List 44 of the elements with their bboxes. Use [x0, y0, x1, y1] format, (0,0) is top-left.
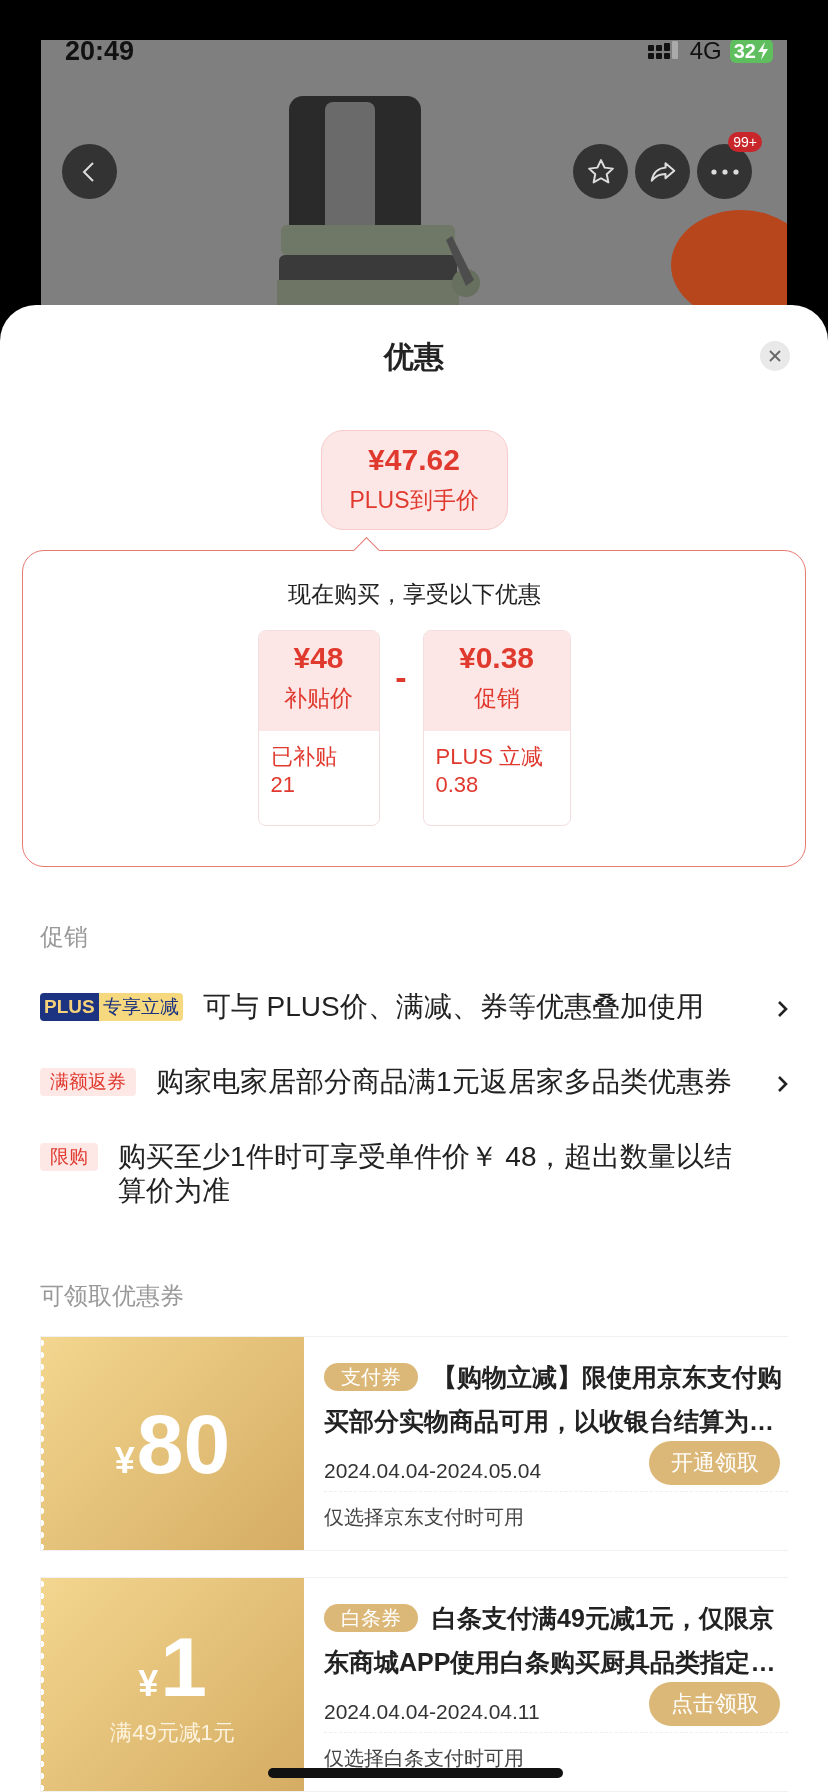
- close-button[interactable]: [760, 341, 790, 371]
- coupon-dates: 2024.04.04-2024.05.04: [324, 1459, 542, 1483]
- final-price: ¥47.62: [368, 443, 460, 477]
- promo-text: 购家电家居部分商品满1元返居家多品类优惠券: [156, 1065, 733, 1099]
- chevron-icon[interactable]: [776, 1074, 788, 1094]
- coupon-value: 1: [160, 1621, 207, 1712]
- network-label: 4G: [689, 40, 722, 62]
- sheet-title: 优惠: [384, 339, 444, 375]
- coupon-description: 东商城APP使用白条购买厨具品类指定…: [324, 1647, 777, 1678]
- coupon-description: 【购物立减】限使用京东支付购: [432, 1362, 782, 1393]
- promo-text: 可与 PLUS价、满减、券等优惠叠加使用: [202, 990, 705, 1024]
- promo-tag: 限购: [40, 1143, 98, 1171]
- final-price-label: PLUS到手价: [349, 486, 479, 515]
- promo-tag: 满额返券: [40, 1068, 136, 1096]
- coupon-condition: 满49元减1元: [110, 1718, 235, 1747]
- coupon-note: 仅选择白条支付时可用: [324, 1746, 525, 1771]
- price-note: PLUS 立减 0.38: [434, 743, 545, 799]
- battery-indicator: 32: [729, 40, 773, 63]
- price-amount: ¥0.38: [458, 641, 535, 675]
- coupon-value: 80: [136, 1398, 231, 1489]
- claim-button[interactable]: 开通领取: [649, 1441, 780, 1485]
- currency-symbol: ¥: [138, 1662, 159, 1705]
- minus-sign: -: [394, 658, 408, 697]
- coupon-note: 仅选择京东支付时可用: [324, 1505, 525, 1530]
- notification-badge: 99+: [728, 132, 762, 152]
- price-label: 补贴价: [284, 684, 353, 713]
- status-time: 20:49: [65, 40, 135, 62]
- more-icon: [710, 168, 739, 175]
- currency-symbol: ¥: [114, 1439, 135, 1482]
- breakdown-heading: 现在购买，享受以下优惠: [287, 580, 541, 609]
- coupon-tag: 支付券: [324, 1363, 418, 1391]
- promo-text: 购买至少1件时可享受单件价￥ 48，超出数量以结算价为准: [118, 1140, 734, 1208]
- coupon-description: 白条支付满49元减1元，仅限京: [432, 1603, 774, 1634]
- coupon-tag: 白条券: [324, 1604, 418, 1632]
- claim-button[interactable]: 点击领取: [649, 1682, 780, 1726]
- close-icon: [768, 349, 782, 363]
- coupon-description: 买部分实物商品可用，以收银台结算为…: [324, 1406, 775, 1437]
- price-amount: ¥48: [293, 641, 344, 675]
- coupon-dates: 2024.04.04-2024.04.11: [324, 1700, 540, 1724]
- section-title: 可领取优惠券: [40, 1281, 185, 1311]
- chevron-icon[interactable]: [776, 999, 788, 1019]
- section-title: 促销: [40, 922, 89, 952]
- price-note: 已补贴 21: [269, 743, 338, 799]
- price-label: 促销: [473, 684, 520, 713]
